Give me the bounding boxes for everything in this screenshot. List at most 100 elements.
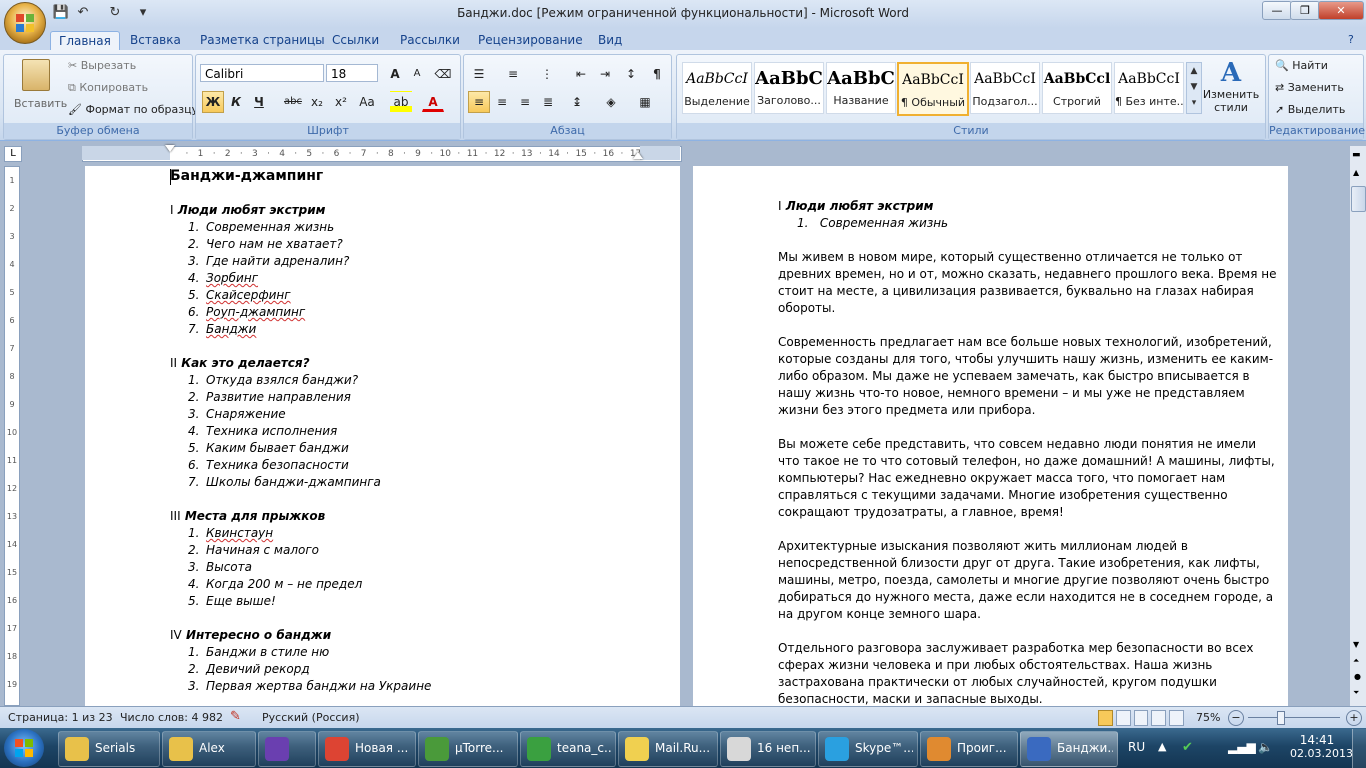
taskbar-item[interactable] — [258, 731, 316, 767]
format-painter-button[interactable]: 🖌 Формат по образцу — [68, 103, 198, 116]
scroll-up-icon[interactable]: ▲ — [1353, 168, 1359, 177]
style-title[interactable]: AaBbC Название — [826, 62, 896, 114]
scroll-thumb[interactable] — [1351, 186, 1366, 212]
copy-button[interactable]: ⧉ Копировать — [68, 81, 148, 95]
taskbar-item[interactable]: Новая ... — [318, 731, 416, 767]
change-case-button[interactable]: Aa — [356, 91, 378, 113]
replace-button[interactable]: ⇄ Заменить — [1275, 81, 1344, 94]
subscript-button[interactable]: x₂ — [306, 91, 328, 113]
style-no-spacing[interactable]: AaBbCcI ¶ Без инте... — [1114, 62, 1184, 114]
show-marks-button[interactable]: ¶ — [646, 63, 668, 85]
style-normal[interactable]: AaBbCcI ¶ Обычный — [897, 62, 969, 116]
help-icon[interactable]: ? — [1348, 33, 1362, 47]
superscript-button[interactable]: x² — [330, 91, 352, 113]
align-center-icon[interactable]: ≡ — [491, 91, 513, 113]
zoom-in-icon[interactable]: + — [1346, 710, 1362, 726]
shading-icon[interactable]: ◈ — [600, 91, 622, 113]
change-styles-button[interactable]: A Изменить стили — [1202, 58, 1260, 120]
paste-button[interactable]: Вставить — [14, 59, 67, 115]
reading-layout-icon[interactable] — [1115, 710, 1131, 726]
taskbar-item[interactable]: Skype™... — [818, 731, 918, 767]
page-count[interactable]: Страница: 1 из 23 — [8, 711, 113, 724]
increase-indent-icon[interactable]: ⇥ — [594, 63, 616, 85]
minimize-button[interactable]: — — [1262, 1, 1292, 20]
multilevel-list-icon[interactable]: ⋮ — [536, 63, 558, 85]
zoom-level[interactable]: 75% — [1196, 711, 1220, 724]
prev-page-icon[interactable]: ⏶ — [1353, 656, 1359, 666]
first-line-indent-icon[interactable] — [165, 145, 175, 152]
style-emphasis[interactable]: AaBbCcI Выделение — [682, 62, 752, 114]
styles-scroll-icon[interactable]: ▲ ▼ ▾ — [1186, 62, 1202, 114]
clear-format-icon[interactable]: ⌫ — [432, 63, 454, 85]
grow-font-button[interactable]: A — [384, 63, 406, 85]
split-icon[interactable]: ▬ — [1352, 150, 1361, 160]
vertical-ruler[interactable]: 1 2 3 4 5 6 7 8 9 10 11 12 13 14 15 16 17 18 19 — [4, 166, 20, 706]
shrink-font-button[interactable]: A — [406, 63, 428, 85]
taskbar-item[interactable]: Банджи... — [1020, 731, 1118, 767]
taskbar-item[interactable]: Alex — [162, 731, 256, 767]
clock[interactable]: 14:41 02.03.2013 — [1290, 733, 1353, 760]
word-count[interactable]: Число слов: 4 982 — [120, 711, 223, 724]
sort-icon[interactable]: ↕ — [620, 63, 642, 85]
tab-review[interactable]: Рецензирование — [470, 31, 591, 50]
style-subtitle[interactable]: AaBbCcI Подзагол... — [970, 62, 1040, 114]
numbering-icon[interactable]: ≡ — [502, 63, 524, 85]
document-page-2[interactable]: I Люди любят экстрим 1. Современная жизн… — [693, 166, 1288, 706]
style-strong[interactable]: AaBbCcl Строгий — [1042, 62, 1112, 114]
tab-references[interactable]: Ссылки — [324, 31, 387, 50]
cut-button[interactable]: ✂ Вырезать — [68, 59, 136, 72]
close-button[interactable]: ✕ — [1318, 1, 1364, 20]
find-button[interactable]: 🔍 Найти — [1275, 59, 1328, 72]
strikethrough-button[interactable]: abc — [282, 91, 304, 113]
taskbar-item[interactable]: Mail.Ru... — [618, 731, 718, 767]
show-desktop-button[interactable] — [1352, 729, 1366, 768]
font-color-icon[interactable]: A — [422, 91, 444, 112]
volume-icon[interactable]: 🔈 — [1258, 740, 1273, 754]
decrease-indent-icon[interactable]: ⇤ — [570, 63, 592, 85]
next-page-icon[interactable]: ⏷ — [1353, 688, 1359, 698]
right-indent-icon[interactable] — [633, 152, 643, 159]
taskbar-item[interactable]: Проиг... — [920, 731, 1018, 767]
tab-home[interactable]: Главная — [50, 31, 120, 51]
align-left-icon[interactable]: ≡ — [468, 91, 490, 113]
tab-mailings[interactable]: Рассылки — [392, 31, 468, 50]
scroll-down-icon[interactable]: ▼ — [1353, 640, 1359, 649]
proofing-icon[interactable]: ✎ — [230, 709, 241, 724]
start-button[interactable] — [4, 729, 44, 767]
tab-insert[interactable]: Вставка — [122, 31, 189, 50]
document-page-1[interactable]: Банджи-джампинг I Люди любят экстрим 1. Со… — [85, 166, 680, 706]
zoom-slider[interactable] — [1248, 717, 1340, 718]
font-name-select[interactable]: Calibri — [200, 64, 324, 82]
tab-selector-icon[interactable]: L — [4, 146, 22, 162]
network-icon[interactable]: ▂▄▆ — [1228, 740, 1256, 754]
taskbar-item[interactable]: µTorre... — [418, 731, 518, 767]
outline-view-icon[interactable] — [1151, 710, 1167, 726]
align-right-icon[interactable]: ≡ — [514, 91, 536, 113]
language-indicator[interactable]: RU — [1128, 740, 1145, 754]
highlight-icon[interactable]: ab — [390, 91, 412, 113]
tab-page-layout[interactable]: Разметка страницы — [192, 31, 333, 50]
zoom-out-icon[interactable]: − — [1228, 710, 1244, 726]
taskbar-item[interactable]: Serials — [58, 731, 160, 767]
borders-icon[interactable]: ▦ — [634, 91, 656, 113]
language[interactable]: Русский (Россия) — [262, 711, 360, 724]
taskbar-item[interactable]: 16 неп... — [720, 731, 816, 767]
bold-button[interactable]: Ж — [202, 91, 224, 113]
font-size-select[interactable]: 18 — [326, 64, 378, 82]
tab-view[interactable]: Вид — [590, 31, 630, 50]
print-layout-icon[interactable] — [1098, 710, 1113, 726]
underline-button[interactable]: Ч — [248, 91, 270, 113]
browse-object-icon[interactable]: ● — [1354, 672, 1361, 681]
justify-icon[interactable]: ≣ — [537, 91, 559, 113]
taskbar-item[interactable]: teana_c... — [520, 731, 616, 767]
italic-button[interactable]: К — [225, 91, 247, 113]
web-layout-icon[interactable] — [1133, 710, 1149, 726]
select-button[interactable]: ➚ Выделить — [1275, 103, 1345, 116]
line-spacing-icon[interactable]: ↨ — [566, 91, 588, 113]
tray-app-icon[interactable]: ✔ — [1182, 740, 1193, 755]
tray-expand-icon[interactable]: ▲ — [1158, 740, 1166, 753]
draft-view-icon[interactable] — [1169, 710, 1184, 726]
bullets-icon[interactable]: ☰ — [468, 63, 490, 85]
vertical-scrollbar[interactable]: ▬ ▲ ▼ ⏶ ● ⏷ — [1349, 146, 1366, 706]
zoom-slider-handle[interactable] — [1277, 711, 1285, 725]
